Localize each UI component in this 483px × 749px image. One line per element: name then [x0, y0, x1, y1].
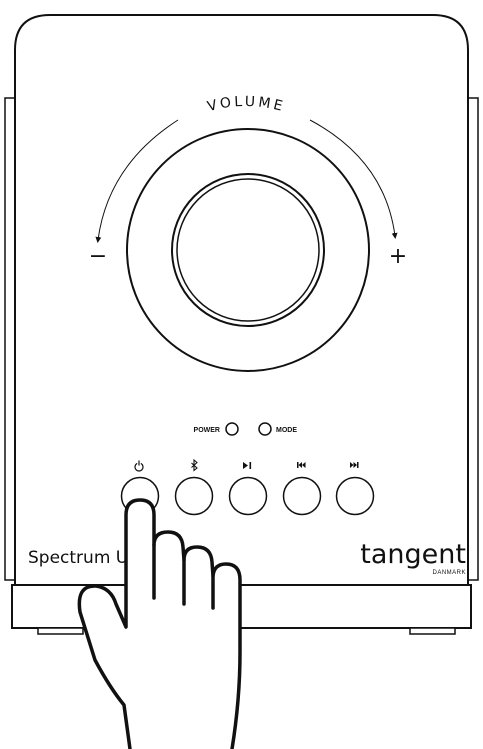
cabinet-left-rail [4, 97, 16, 581]
mode-indicator-led [258, 422, 272, 436]
play-pause-button[interactable] [228, 476, 268, 516]
next-button[interactable] [335, 476, 375, 516]
volume-knob[interactable] [126, 128, 370, 372]
mode-indicator-label: MODE [276, 427, 297, 434]
bluetooth-button[interactable] [174, 476, 214, 516]
previous-button[interactable] [282, 476, 322, 516]
right-foot [409, 627, 456, 635]
power-indicator-led [225, 422, 239, 436]
power-indicator-label: POWER [194, 427, 220, 434]
tangent-logo-text: tangent [360, 539, 466, 570]
device-diagram: VOLUME − + POWER MODE Spectrum U tangent… [4, 14, 479, 749]
left-foot [37, 627, 84, 635]
volume-minus-sign: − [89, 244, 107, 269]
tangent-logo-subtitle: DANMARK [432, 570, 466, 576]
volume-knob-center [171, 173, 325, 327]
model-name: Spectrum U [28, 548, 128, 568]
cabinet-right-rail [467, 97, 479, 581]
volume-plus-sign: + [389, 244, 407, 269]
